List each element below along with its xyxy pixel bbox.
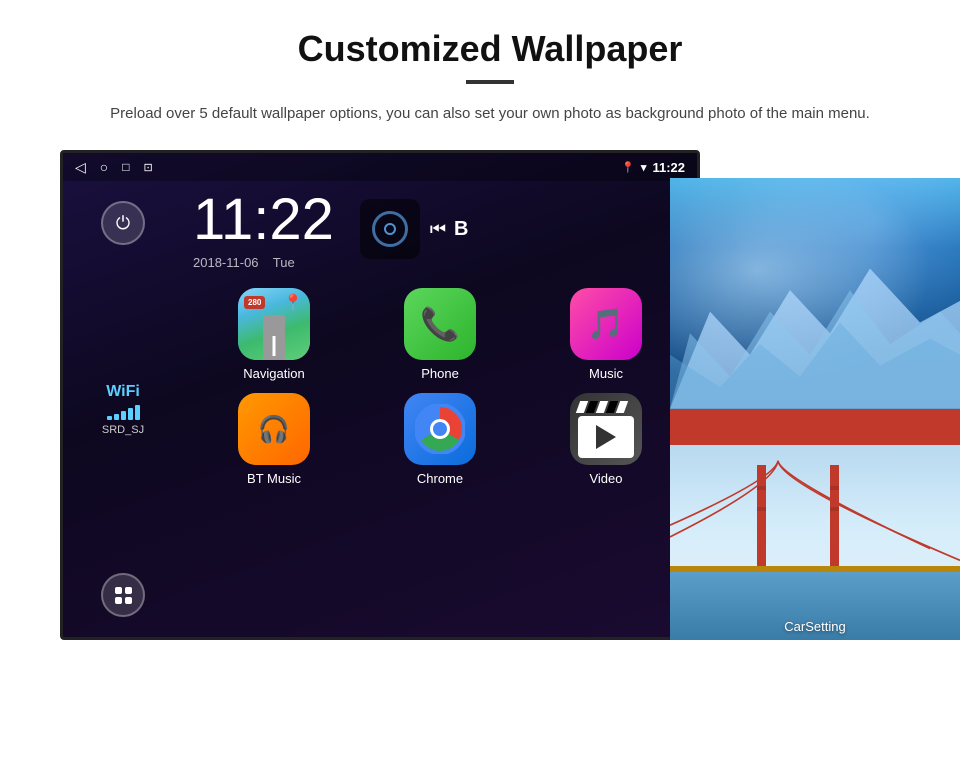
app-item-video[interactable]: Video xyxy=(529,393,683,486)
app-item-bt-music[interactable]: 🎧 BT Music xyxy=(197,393,351,486)
music-app-icon: 🎵 xyxy=(570,288,642,360)
play-triangle-icon xyxy=(596,425,616,449)
wifi-bar-2 xyxy=(114,414,119,420)
music-app-label: Music xyxy=(589,366,623,381)
wifi-bar-3 xyxy=(121,411,126,420)
clock-right-widgets: ⏮ B xyxy=(360,199,469,259)
bridge-road-deck xyxy=(670,566,960,572)
wifi-bar-5 xyxy=(135,405,140,420)
page-subtitle: Preload over 5 default wallpaper options… xyxy=(100,102,880,126)
bridge-scene xyxy=(670,445,960,640)
screen-content: ⏻ WiFi SRD_SJ xyxy=(63,181,697,637)
app-grid: 280 📍 Navigation 📞 xyxy=(193,288,687,486)
clock-block: 11:22 2018-11-06 Tue xyxy=(193,191,334,270)
clock-date: 2018-11-06 Tue xyxy=(193,255,334,270)
status-nav-icons: ◁ ○ □ ⊡ xyxy=(75,159,153,176)
chrome-app-icon xyxy=(404,393,476,465)
apps-dot xyxy=(115,587,122,594)
media-controls: ⏮ B xyxy=(430,218,469,241)
phone-app-label: Phone xyxy=(421,366,459,381)
ice-shapes-svg xyxy=(670,247,960,409)
phone-app-icon: 📞 xyxy=(404,288,476,360)
wallpaper-panels: CarSetting xyxy=(670,178,960,640)
app-item-chrome[interactable]: Chrome xyxy=(363,393,517,486)
app-item-phone[interactable]: 📞 Phone xyxy=(363,288,517,381)
app-item-music[interactable]: 🎵 Music xyxy=(529,288,683,381)
status-bar: ◁ ○ □ ⊡ 📍 ▾ 11:22 xyxy=(63,153,697,181)
chrome-logo-svg xyxy=(415,404,465,454)
navigation-app-icon: 280 📍 xyxy=(238,288,310,360)
wallpaper-bottom-panel: CarSetting xyxy=(670,445,960,640)
title-divider xyxy=(466,80,514,84)
clapperboard-top xyxy=(578,401,634,413)
red-strip-content xyxy=(678,409,952,445)
wifi-bar-1 xyxy=(107,416,112,420)
status-time: 11:22 xyxy=(652,160,685,175)
clock-area: 11:22 2018-11-06 Tue xyxy=(193,191,687,270)
wifi-bars xyxy=(102,405,144,420)
video-app-icon xyxy=(570,393,642,465)
bt-music-app-label: BT Music xyxy=(247,471,301,486)
page-title: Customized Wallpaper xyxy=(60,28,920,70)
center-content: 11:22 2018-11-06 Tue xyxy=(183,181,697,637)
track-letter-b: B xyxy=(454,218,468,241)
chrome-app-label: Chrome xyxy=(417,471,463,486)
power-icon: ⏻ xyxy=(116,213,130,234)
antenna-inner xyxy=(384,223,396,235)
device-container: ◁ ○ □ ⊡ 📍 ▾ 11:22 xyxy=(60,150,960,640)
antenna-circle xyxy=(372,211,408,247)
prev-track-icon[interactable]: ⏮ xyxy=(430,219,446,240)
wifi-bar-4 xyxy=(128,408,133,420)
clock-date-value: 2018-11-06 xyxy=(193,255,259,270)
apps-grid-icon xyxy=(115,587,132,604)
power-button[interactable]: ⏻ xyxy=(101,201,145,245)
app-item-navigation[interactable]: 280 📍 Navigation xyxy=(197,288,351,381)
apps-dot xyxy=(125,597,132,604)
antenna-widget xyxy=(360,199,420,259)
apps-button[interactable] xyxy=(101,573,145,617)
bluetooth-icon: 🎧 xyxy=(258,414,290,445)
clock-day: Tue xyxy=(273,255,295,270)
sidebar: ⏻ WiFi SRD_SJ xyxy=(63,181,183,637)
apps-dot xyxy=(115,597,122,604)
status-right-icons: 📍 ▾ 11:22 xyxy=(621,160,685,175)
recents-nav-icon[interactable]: □ xyxy=(122,160,129,174)
home-nav-icon[interactable]: ○ xyxy=(100,159,108,175)
wifi-label: WiFi xyxy=(102,383,144,401)
clapperboard-icon xyxy=(578,401,634,458)
bt-music-app-icon: 🎧 xyxy=(238,393,310,465)
wifi-info: WiFi SRD_SJ xyxy=(102,383,144,436)
wifi-ssid: SRD_SJ xyxy=(102,424,144,436)
back-nav-icon[interactable]: ◁ xyxy=(75,159,86,176)
clock-time: 11:22 xyxy=(193,191,334,249)
wallpaper-top-panel xyxy=(670,178,960,409)
navigation-app-label: Navigation xyxy=(243,366,304,381)
screenshot-icon[interactable]: ⊡ xyxy=(144,161,153,174)
apps-dot xyxy=(125,587,132,594)
device-strip xyxy=(670,409,960,445)
bridge-cables-svg xyxy=(670,455,960,572)
location-status-icon: 📍 xyxy=(621,161,635,174)
music-note-icon: 🎵 xyxy=(587,307,624,342)
carsetting-label: CarSetting xyxy=(670,619,960,634)
android-screen: ◁ ○ □ ⊡ 📍 ▾ 11:22 xyxy=(60,150,700,640)
wifi-status-icon: ▾ xyxy=(641,161,647,174)
clapperboard-bottom xyxy=(578,416,634,458)
video-app-label: Video xyxy=(589,471,622,486)
